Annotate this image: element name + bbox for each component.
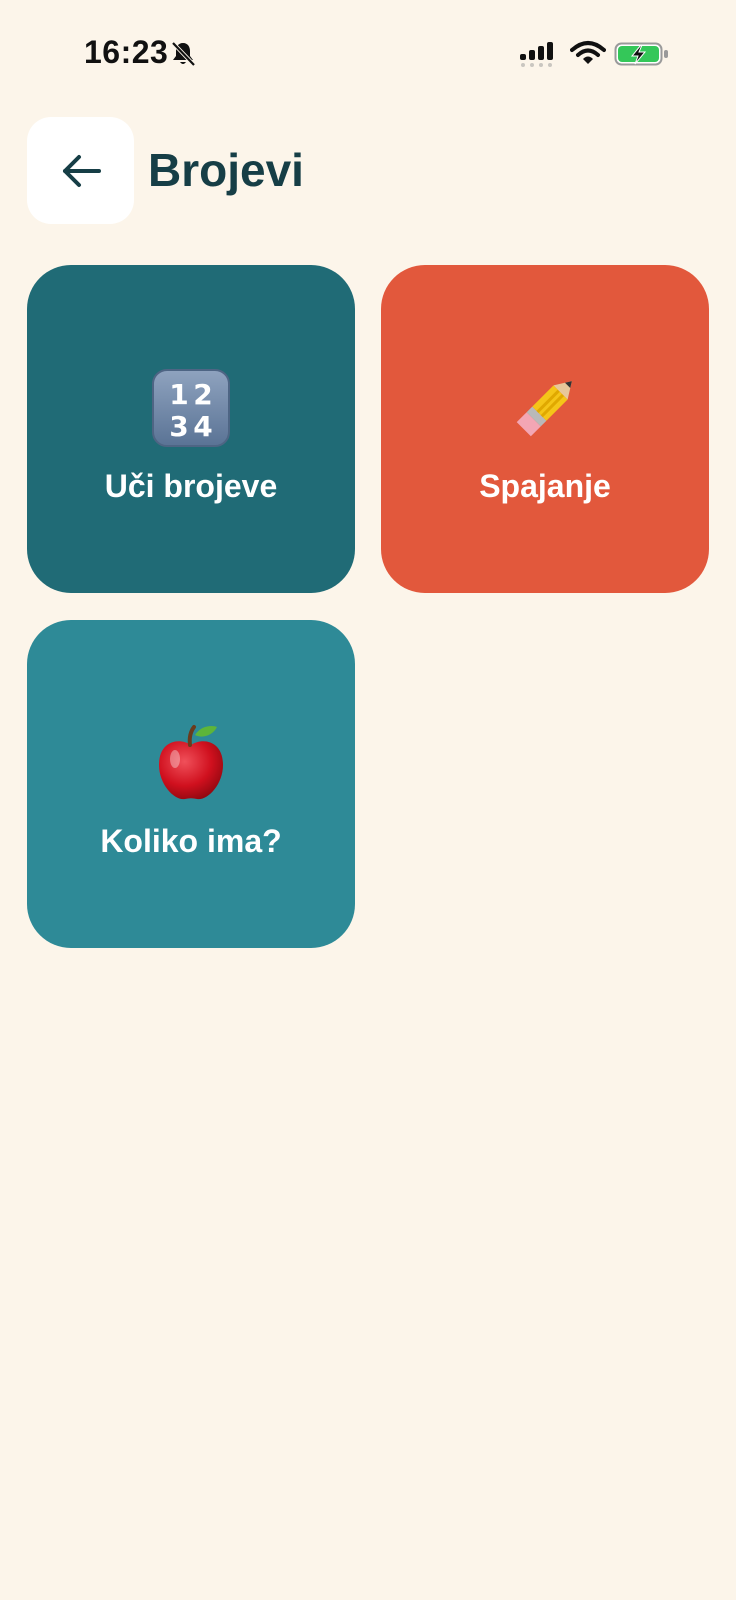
svg-text:1: 1 bbox=[169, 378, 188, 411]
status-time: 16:23 bbox=[84, 34, 169, 70]
back-button[interactable] bbox=[27, 117, 134, 224]
pencil-icon bbox=[503, 366, 587, 450]
page-title: Brojevi bbox=[148, 144, 304, 196]
battery-charging-icon bbox=[614, 42, 668, 66]
tile-spajanje[interactable]: Spajanje bbox=[381, 265, 709, 593]
numbers-1234-icon: 1 2 3 4 bbox=[149, 366, 233, 450]
tile-label: Koliko ima? bbox=[100, 822, 282, 859]
tile-uci-brojeve[interactable]: 1 2 3 4 Uči brojeve bbox=[27, 265, 355, 593]
svg-text:4: 4 bbox=[193, 410, 212, 443]
status-bar: 16:23 bbox=[0, 0, 736, 100]
red-apple-icon bbox=[149, 721, 233, 805]
svg-text:2: 2 bbox=[193, 378, 212, 411]
tile-koliko-ima[interactable]: Koliko ima? bbox=[27, 620, 355, 948]
tile-label: Uči brojeve bbox=[104, 467, 278, 504]
tile-label: Spajanje bbox=[479, 467, 611, 504]
screen: 16:23 Brojevi 1 2 3 4 Uči brojeve Spajan… bbox=[0, 0, 736, 1600]
bell-slash-icon bbox=[171, 41, 196, 67]
arrow-left-icon bbox=[62, 154, 101, 187]
wifi-icon bbox=[570, 41, 606, 64]
svg-text:3: 3 bbox=[169, 410, 188, 443]
cellular-signal-icon bbox=[520, 42, 553, 67]
